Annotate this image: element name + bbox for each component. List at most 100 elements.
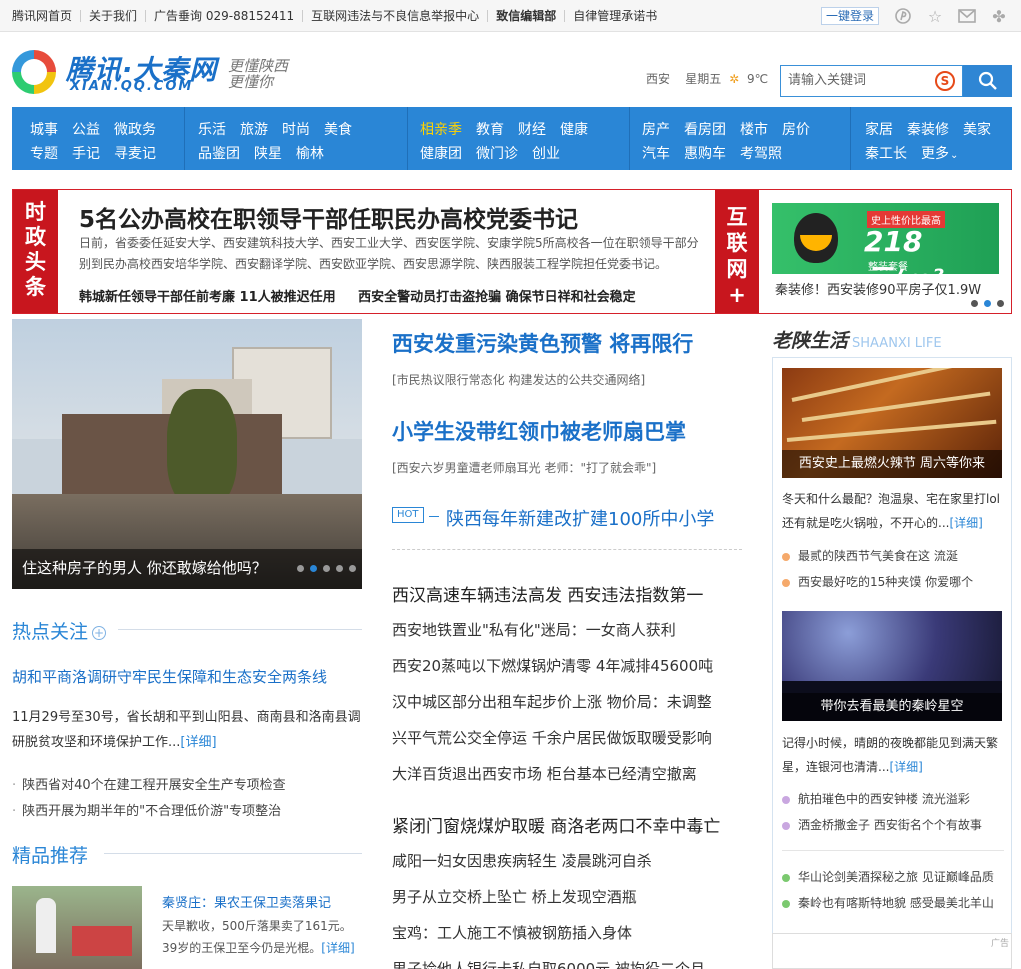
news-item[interactable]: 西安地铁置业"私有化"迷局：一女商人获利	[392, 619, 676, 640]
nav-item[interactable]: 城事	[30, 119, 58, 139]
top-link-qq-home[interactable]: 腾讯网首页	[12, 10, 80, 22]
news-item[interactable]: 大洋百货退出西安市场 柜台基本已经清空撤离	[392, 763, 697, 784]
life-image-food[interactable]: 西安史上最燃火辣节 周六等你来	[782, 368, 1002, 478]
nav-item[interactable]: 考驾照	[740, 143, 782, 163]
search-button[interactable]	[963, 65, 1012, 97]
nav-item[interactable]: 教育	[476, 119, 504, 139]
list-item[interactable]: 西安最好吃的15种夹馍 你爱哪个	[782, 573, 973, 590]
hot-focus-lead[interactable]: 胡和平商洛调研守牢民生保障和生态安全两条线	[12, 666, 327, 687]
nav-more-label: 更多	[921, 146, 949, 162]
news-item[interactable]: 宝鸡：工人施工不慎被钢筋插入身体	[392, 922, 632, 943]
carousel-dot[interactable]	[997, 300, 1004, 307]
nav-item[interactable]: 乐活	[198, 119, 226, 139]
sub-headline-2[interactable]: [西安六岁男童遭老师扇耳光 老师："打了就会乖"]	[392, 459, 656, 476]
nav-item[interactable]: 时尚	[282, 119, 310, 139]
nav-item[interactable]: 家居	[865, 119, 893, 139]
life-caption-1: 西安史上最燃火辣节 周六等你来	[782, 450, 1002, 478]
ad-caption[interactable]: 秦装修！西安装修90平房子仅1.9W	[775, 279, 981, 298]
main-headline-2[interactable]: 小学生没带红领巾被老师扇巴掌	[392, 416, 686, 446]
top-link-self-discipline[interactable]: 自律管理承诺书	[564, 10, 665, 22]
carousel-dot[interactable]	[297, 565, 304, 572]
nav-item[interactable]: 房价	[782, 119, 810, 139]
nav-item[interactable]: 陕星	[254, 143, 282, 163]
nav-item[interactable]: 健康	[560, 119, 588, 139]
list-item[interactable]: 秦岭也有喀斯特地貌 感受最美北羊山	[782, 894, 994, 911]
photo-slider[interactable]: 住这种房子的男人 你还敢嫁给他吗？	[12, 319, 362, 589]
list-item[interactable]: 航拍璀色中的西安钟楼 流光溢彩	[782, 790, 970, 807]
detail-link[interactable]: [详细]	[180, 735, 216, 750]
nav-item[interactable]: 手记	[72, 143, 100, 163]
list-item[interactable]: 最贰的陕西节气美食在这 流涎	[782, 547, 958, 564]
top-link-editor-letter[interactable]: 致信编辑部	[487, 10, 564, 22]
news-item[interactable]: 男子从立交桥上坠亡 桥上发现空酒瓶	[392, 886, 637, 907]
nav-item[interactable]: 美食	[324, 119, 352, 139]
nav-item[interactable]: 榆林	[296, 143, 324, 163]
nav-item[interactable]: 楼市	[740, 119, 768, 139]
headline-title[interactable]: 5名公办高校在职领导干部任职民办高校党委书记	[79, 200, 578, 234]
news-item[interactable]: 西安20蒸吨以下燃煤锅炉清零 4年减排45600吨	[392, 655, 713, 676]
top-link-about[interactable]: 关于我们	[80, 10, 145, 22]
nav-item[interactable]: 美家	[963, 119, 991, 139]
carousel-dot-active[interactable]	[984, 300, 991, 307]
nav-item[interactable]: 公益	[72, 119, 100, 139]
list-item[interactable]: 洒金桥撒金子 西安街名个个有故事	[782, 816, 982, 833]
recommend-image[interactable]	[12, 886, 142, 969]
nav-item[interactable]: 品鉴团	[198, 143, 240, 163]
list-item[interactable]: 陕西省对40个在建工程开展安全生产专项检查	[12, 774, 286, 793]
one-click-login-button[interactable]: 一键登录	[820, 7, 879, 25]
detail-link[interactable]: [详细]	[889, 760, 922, 774]
top-link-ad-contact[interactable]: 广告垂询 029-88152411	[145, 10, 302, 22]
life-desc-2: 记得小时候，晴朗的夜晚都能见到满天繁星，连银河也清清...[详细]	[782, 731, 1004, 779]
top-link-report-center[interactable]: 互联网违法与不良信息举报中心	[302, 10, 487, 22]
recommend-item-title[interactable]: 秦贤庄：果农王保卫卖落果记	[162, 892, 331, 911]
sub-headline-1[interactable]: [市民热议限行常态化 构建发达的公共交通网络]	[392, 371, 645, 388]
nav-item[interactable]: 惠购车	[684, 143, 726, 163]
nav-item[interactable]: 汽车	[642, 143, 670, 163]
nav-item[interactable]: 微政务	[114, 119, 156, 139]
list-item-text: 航拍璀色中的西安钟楼 流光溢彩	[798, 792, 970, 806]
carousel-dot[interactable]	[336, 565, 343, 572]
carousel-dot[interactable]	[971, 300, 978, 307]
star-icon[interactable]: ☆	[925, 7, 945, 26]
nav-item[interactable]: 创业	[532, 143, 560, 163]
list-item[interactable]: 陕西开展为期半年的"不合理低价游"专项整治	[12, 800, 281, 819]
list-item[interactable]: 华山论剑美酒探秘之旅 见证巅峰品质	[782, 868, 994, 885]
weibo-icon[interactable]	[893, 7, 913, 25]
news-item[interactable]: 兴平气荒公交全停运 千余户居民做饭取暖受影响	[392, 727, 712, 748]
list-item-text: 秦岭也有喀斯特地貌 感受最美北羊山	[798, 896, 994, 910]
detail-link[interactable]: [详细]	[949, 516, 982, 530]
detail-link[interactable]: [详细]	[321, 941, 354, 955]
life-image-starry-sky[interactable]: 带你去看最美的秦岭星空	[782, 611, 1002, 721]
carousel-dot[interactable]	[323, 565, 330, 572]
carousel-dot-active[interactable]	[310, 565, 317, 572]
slider-caption[interactable]: 住这种房子的男人 你还敢嫁给他吗？	[22, 557, 267, 578]
nav-item[interactable]: 财经	[518, 119, 546, 139]
nav-item[interactable]: 专题	[30, 143, 58, 163]
news-lead-2[interactable]: 紧闭门窗烧煤炉取暖 商洛老两口不幸中毒亡	[392, 812, 720, 837]
nav-item[interactable]: 健康团	[420, 143, 462, 163]
decoration-ad-image[interactable]: 史上性价比最高 218元/m² 整装套餐	[772, 203, 999, 274]
headline-link[interactable]: 韩城新任领导干部任前考廉 11人被推迟任用	[79, 290, 336, 305]
nav-item[interactable]: 寻麦记	[114, 143, 156, 163]
nav-more[interactable]: 更多⌄	[921, 143, 972, 163]
ad-slot[interactable]: 广告	[772, 933, 1012, 969]
news-item[interactable]: 汉中城区部分出租车起步价上涨 物价局：未调整	[392, 691, 712, 712]
nav-item[interactable]: 旅游	[240, 119, 268, 139]
news-item[interactable]: 男子捡他人银行卡私自取6000元 被拘役二个月	[392, 958, 705, 969]
hot-headline[interactable]: 陕西每年新建改扩建100所中小学	[446, 505, 714, 531]
nav-item[interactable]: 秦工长	[865, 143, 907, 163]
carousel-dot[interactable]	[349, 565, 356, 572]
mail-icon[interactable]	[957, 7, 977, 25]
plus-icon[interactable]: +	[92, 625, 107, 640]
headline-link[interactable]: 西安全警动员打击盗抢骗 确保节日祥和社会稳定	[358, 290, 636, 305]
nav-item-highlight[interactable]: 相亲季	[420, 119, 462, 139]
news-lead-1[interactable]: 西汉高速车辆违法高发 西安违法指数第一	[392, 581, 703, 606]
nav-item[interactable]: 微门诊	[476, 143, 518, 163]
nav-item[interactable]: 秦装修	[907, 119, 949, 139]
site-logo[interactable]: 腾讯·大秦网 XIAN.QQ.COM 更懂陕西 更懂你	[12, 48, 342, 98]
clover-icon[interactable]: ✤	[989, 7, 1009, 26]
main-headline-1[interactable]: 西安发重污染黄色预警 将再限行	[392, 328, 693, 358]
nav-item[interactable]: 看房团	[684, 119, 726, 139]
nav-item[interactable]: 房产	[642, 119, 670, 139]
news-item[interactable]: 咸阳一妇女因患疾病轻生 凌晨跳河自杀	[392, 850, 652, 871]
